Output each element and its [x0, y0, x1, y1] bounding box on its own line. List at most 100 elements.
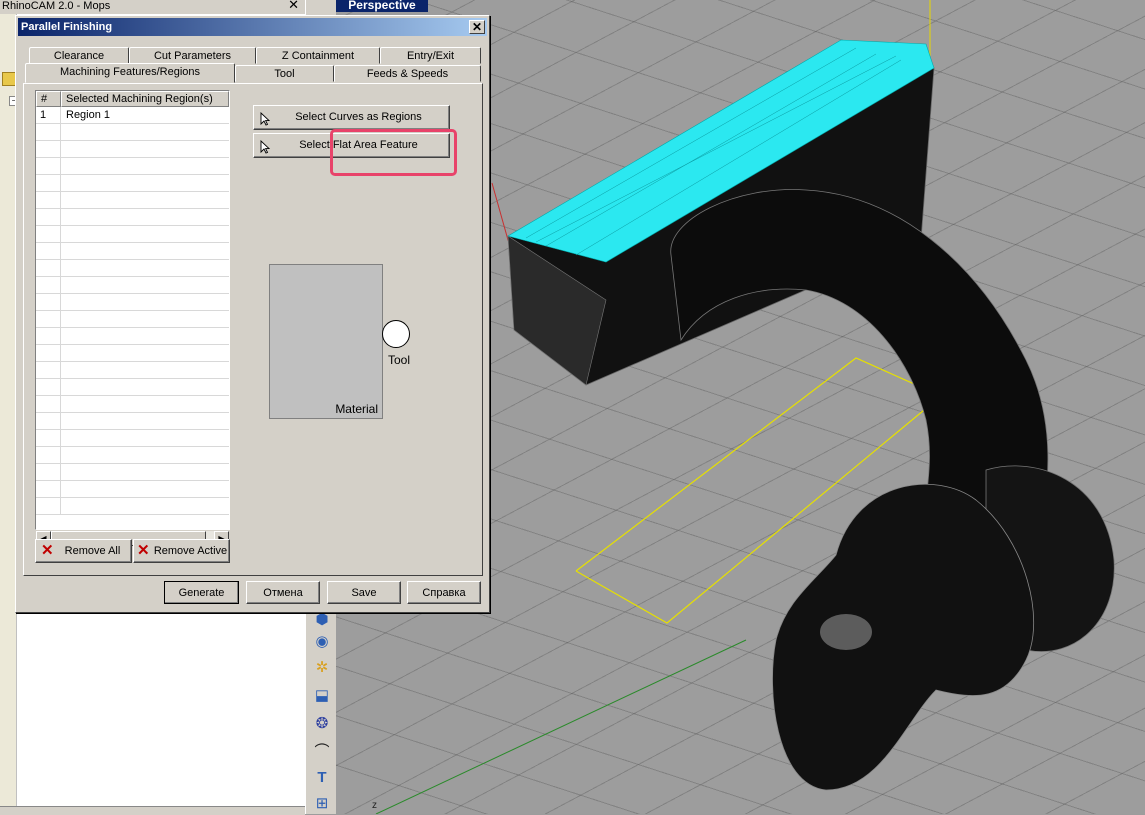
- parallel-finishing-dialog: Parallel Finishing ✕ Clearance Cut Param…: [15, 15, 490, 613]
- tab-entry-exit[interactable]: Entry/Exit: [380, 47, 481, 64]
- remove-active-button[interactable]: ✕ Remove Active: [133, 539, 230, 563]
- empty-table-row: [36, 328, 229, 345]
- material-label: Material: [335, 402, 378, 416]
- empty-cell: [36, 243, 61, 259]
- remove-all-label: Remove All: [64, 545, 121, 557]
- x-icon: ✕: [137, 542, 150, 559]
- table-row[interactable]: 1 Region 1: [36, 107, 229, 124]
- remove-all-button[interactable]: ✕ Remove All: [35, 539, 132, 563]
- axis-label-z: z: [372, 800, 377, 811]
- empty-cell: [36, 260, 61, 276]
- close-icon[interactable]: ✕: [288, 0, 299, 11]
- empty-table-row: [36, 226, 229, 243]
- remove-active-label: Remove Active: [153, 545, 228, 557]
- empty-cell: [36, 175, 61, 191]
- empty-cell: [36, 226, 61, 242]
- stock-box-icon[interactable]: ◉: [312, 632, 332, 652]
- green-axis-line: [375, 639, 747, 814]
- select-curves-as-regions-button[interactable]: Select Curves as Regions: [253, 105, 450, 130]
- tab-clearance[interactable]: Clearance: [29, 47, 129, 64]
- spheres-icon[interactable]: ❂: [312, 714, 332, 734]
- curve-icon[interactable]: ⌒: [312, 742, 332, 762]
- material-diagram: Material: [269, 264, 383, 419]
- generate-label: Generate: [178, 587, 225, 599]
- specular-highlight: [820, 614, 872, 650]
- save-label: Save: [351, 587, 377, 599]
- empty-cell: [36, 481, 61, 497]
- empty-table-row: [36, 311, 229, 328]
- empty-cell: [36, 141, 61, 157]
- empty-cell: [36, 498, 61, 514]
- empty-cell: [36, 447, 61, 463]
- cylinder-stock-icon[interactable]: ⬢: [312, 610, 332, 630]
- empty-cell: [36, 464, 61, 480]
- empty-cell: [36, 124, 61, 140]
- empty-table-row: [36, 345, 229, 362]
- region-list-header: # Selected Machining Region(s): [36, 91, 229, 107]
- cancel-button[interactable]: Отмена: [246, 581, 320, 604]
- empty-table-row: [36, 498, 229, 515]
- help-button[interactable]: Справка: [407, 581, 481, 604]
- empty-table-row: [36, 481, 229, 498]
- empty-cell: [36, 430, 61, 446]
- row-region-name: Region 1: [66, 109, 111, 121]
- x-icon: ✕: [41, 542, 54, 559]
- select-curves-label: Select Curves as Regions: [295, 111, 422, 123]
- empty-cell: [36, 209, 61, 225]
- dialog-title: Parallel Finishing: [21, 21, 113, 33]
- empty-table-row: [36, 124, 229, 141]
- empty-table-row: [36, 192, 229, 209]
- tab-tool[interactable]: Tool: [235, 65, 334, 82]
- tab-feeds-speeds[interactable]: Feeds & Speeds: [334, 65, 481, 82]
- empty-table-row: [36, 447, 229, 464]
- tool-diagram: [382, 320, 410, 348]
- row-number: 1: [36, 107, 61, 123]
- help-label: Справка: [422, 587, 466, 599]
- empty-cell: [36, 345, 61, 361]
- viewport-titlebar: [311, 0, 336, 12]
- empty-table-row: [36, 362, 229, 379]
- text-icon[interactable]: T: [312, 768, 332, 788]
- save-button[interactable]: Save: [327, 581, 401, 604]
- mops-panel-title: RhinoCAM 2.0 - Mops ✕: [0, 0, 305, 14]
- cancel-label: Отмена: [263, 587, 303, 599]
- empty-cell: [36, 362, 61, 378]
- empty-table-row: [36, 396, 229, 413]
- empty-cell: [36, 413, 61, 429]
- empty-cell: [36, 192, 61, 208]
- base-blob: [772, 483, 1034, 791]
- generate-button[interactable]: Generate: [164, 581, 239, 604]
- empty-cell: [36, 396, 61, 412]
- empty-cell: [36, 294, 61, 310]
- empty-table-row: [36, 277, 229, 294]
- highlight-annotation: [330, 129, 457, 176]
- empty-table-row: [36, 379, 229, 396]
- empty-table-row: [36, 209, 229, 226]
- empty-table-row: [36, 243, 229, 260]
- tab-machining-features-regions[interactable]: Machining Features/Regions: [25, 63, 235, 83]
- empty-table-row: [36, 464, 229, 481]
- empty-table-row: [36, 430, 229, 447]
- fixture-icon[interactable]: ✲: [312, 658, 332, 678]
- setup-icon[interactable]: ⬓: [312, 686, 332, 706]
- empty-cell: [36, 328, 61, 344]
- dialog-titlebar[interactable]: Parallel Finishing ✕: [18, 18, 487, 36]
- empty-cell: [36, 379, 61, 395]
- empty-cell: [36, 311, 61, 327]
- mops-panel-title-text: RhinoCAM 2.0 - Mops: [2, 0, 111, 12]
- empty-table-row: [36, 141, 229, 158]
- empty-table-row: [36, 175, 229, 192]
- tree-icon[interactable]: ⊞: [312, 794, 332, 814]
- tab-z-containment[interactable]: Z Containment: [256, 47, 380, 64]
- region-list[interactable]: # Selected Machining Region(s) 1 Region …: [35, 90, 230, 530]
- column-header-region[interactable]: Selected Machining Region(s): [61, 91, 229, 107]
- cursor-arrow-icon: [260, 112, 270, 126]
- column-header-number[interactable]: #: [36, 91, 61, 107]
- viewport-title[interactable]: Perspective: [336, 0, 428, 12]
- empty-table-row: [36, 158, 229, 175]
- empty-cell: [36, 277, 61, 293]
- empty-table-row: [36, 294, 229, 311]
- folder-icon[interactable]: [2, 72, 16, 86]
- close-icon[interactable]: ✕: [469, 20, 485, 34]
- tab-cut-parameters[interactable]: Cut Parameters: [129, 47, 256, 64]
